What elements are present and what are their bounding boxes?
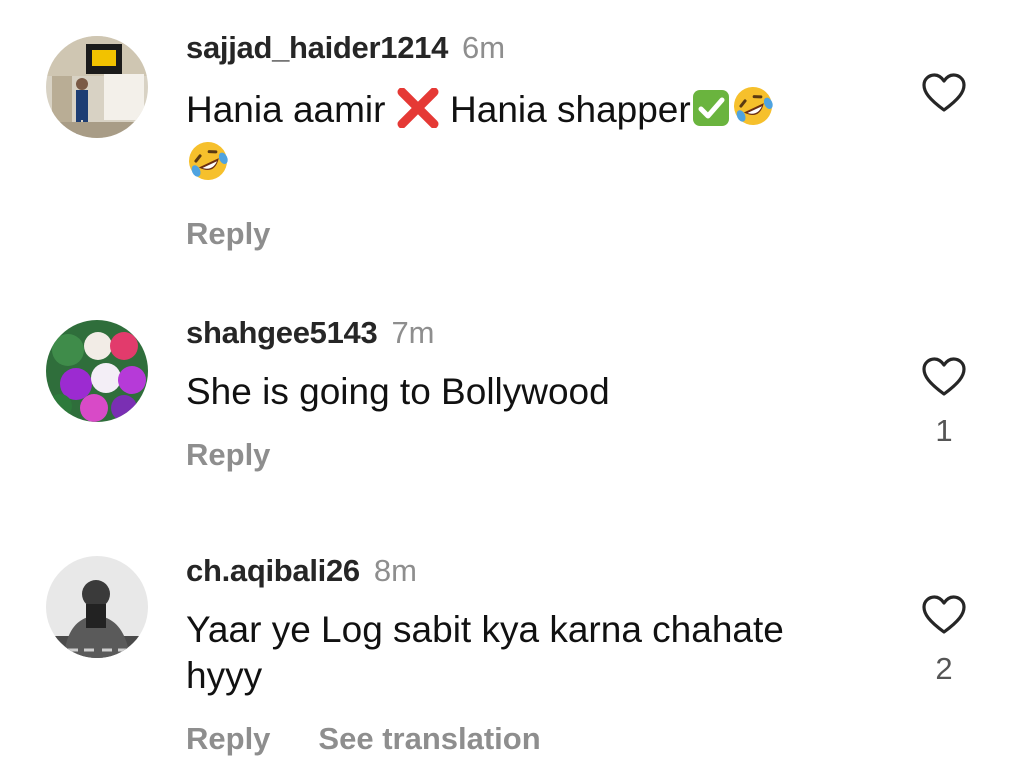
reply-button[interactable]: Reply — [186, 216, 270, 251]
rolling-on-floor-laughing-icon — [186, 139, 230, 194]
timestamp: 6m — [462, 30, 506, 65]
heart-icon[interactable] — [918, 356, 970, 398]
comment-actions: Reply — [186, 437, 886, 473]
heart-icon[interactable] — [918, 72, 970, 114]
comment-actions: Reply — [186, 216, 886, 252]
username[interactable]: sajjad_haider1214 — [186, 30, 448, 65]
reply-button[interactable]: Reply — [186, 721, 270, 756]
timestamp: 8m — [373, 553, 417, 588]
like-container: 1 — [918, 356, 970, 448]
see-translation-button[interactable]: See translation — [318, 721, 540, 756]
like-count: 2 — [935, 651, 953, 686]
check-mark-button-icon — [691, 88, 731, 139]
comment-text-part1: Hania aamir — [186, 89, 396, 130]
comment-text: Yaar ye Log sabit kya karna chahate hyyy — [186, 609, 784, 696]
cross-mark-icon — [396, 87, 440, 139]
like-count: 1 — [935, 413, 953, 448]
rolling-on-floor-laughing-icon — [731, 84, 775, 139]
avatar[interactable] — [46, 320, 148, 422]
comment-header: sajjad_haider1214 6m — [186, 30, 886, 66]
username[interactable]: ch.aqibali26 — [186, 553, 360, 588]
timestamp: 7m — [391, 315, 435, 350]
comment-header: ch.aqibali26 8m — [186, 553, 886, 589]
avatar[interactable] — [46, 36, 148, 138]
avatar[interactable] — [46, 556, 148, 658]
heart-icon[interactable] — [918, 594, 970, 636]
username[interactable]: shahgee5143 — [186, 315, 378, 350]
comment-text: She is going to Bollywood — [186, 371, 610, 412]
comment-actions: Reply See translation — [186, 721, 886, 757]
comment-header: shahgee5143 7m — [186, 315, 886, 351]
comment-text-part2: Hania shapper — [439, 89, 691, 130]
comment-text: Hania aamir Hania shapper — [186, 84, 886, 194]
reply-button[interactable]: Reply — [186, 437, 270, 472]
like-container — [918, 72, 970, 114]
like-container: 2 — [918, 594, 970, 686]
